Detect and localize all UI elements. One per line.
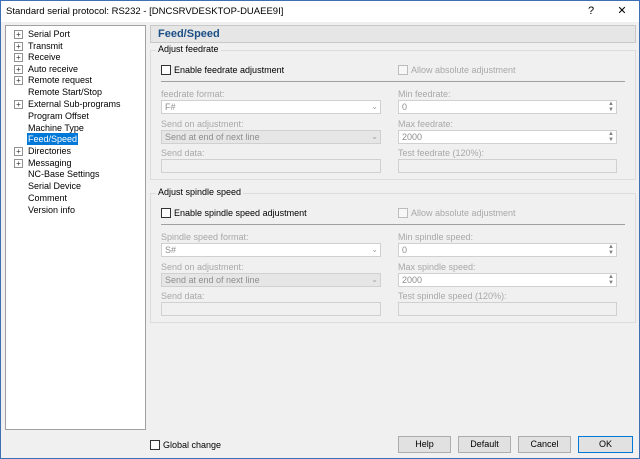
expand-icon[interactable]: + [14,147,23,156]
chevron-down-icon: ⌄ [371,132,378,141]
spindle-format-select[interactable]: S# ⌄ [161,243,381,257]
ok-button[interactable]: OK [578,436,633,453]
test-spindle-label: Test spindle speed (120%): [398,291,507,301]
help-icon[interactable]: ? [577,1,605,22]
feedrate-group: Adjust feedrate Enable feedrate adjustme… [150,44,636,180]
spin-down-icon[interactable]: ▼ [608,280,614,286]
enable-spindle-label: Enable spindle speed adjustment [174,208,307,218]
spin-down-icon[interactable]: ▼ [608,107,614,113]
max-feedrate-spinner[interactable]: 2000 ▲ ▼ [398,130,617,144]
send-data-label: Send data: [161,148,205,158]
min-spindle-value: 0 [402,245,408,255]
send-data-field[interactable] [161,159,381,173]
global-change-label: Global change [163,440,222,450]
max-feedrate-value: 2000 [402,132,423,142]
allow-absolute-spindle-label: Allow absolute adjustment [411,208,516,218]
send-data-field[interactable] [161,302,381,316]
tree-item-label: Serial Device [28,181,82,191]
test-feedrate-label: Test feedrate (120%): [398,148,485,158]
feedrate-group-title: Adjust feedrate [156,44,221,54]
expand-icon[interactable]: + [14,159,23,168]
spinner-arrows-icon[interactable]: ▲ ▼ [607,274,615,286]
help-button[interactable]: Help [398,436,451,453]
tree-item-label: Remote request [28,75,93,85]
tree-item-label: Program Offset [28,111,89,121]
spindle-format-label: Spindle speed format: [161,232,249,242]
feedrate-format-label: feedrate format: [161,89,225,99]
chevron-down-icon: ⌄ [371,245,378,254]
spinner-arrows-icon[interactable]: ▲ ▼ [607,131,615,143]
min-feedrate-spinner[interactable]: 0 ▲ ▼ [398,100,617,114]
spindle-group-title: Adjust spindle speed [156,187,244,197]
close-icon[interactable]: ✕ [608,1,636,22]
max-spindle-value: 2000 [402,275,423,285]
tree-item-label: Feed/Speed [27,133,79,145]
max-feedrate-label: Max feedrate: [398,119,454,129]
feedrate-format-select[interactable]: F# ⌄ [161,100,381,114]
send-on-adjustment-value: Send at end of next line [165,132,260,142]
min-feedrate-label: Min feedrate: [398,89,451,99]
tree-item-label: Directories [28,146,72,156]
send-on-adjustment-label: Send on adjustment: [161,119,244,129]
tree-item-label: Comment [28,193,68,203]
min-spindle-spinner[interactable]: 0 ▲ ▼ [398,243,617,257]
global-change-checkbox[interactable] [150,440,160,450]
allow-absolute-feed-checkbox[interactable] [398,65,408,75]
tree-item-label: External Sub-programs [28,99,121,109]
max-spindle-spinner[interactable]: 2000 ▲ ▼ [398,273,617,287]
tree-item-label: Serial Port [28,29,71,39]
enable-spindle-checkbox[interactable] [161,208,171,218]
spin-down-icon[interactable]: ▼ [608,250,614,256]
feedrate-format-value: F# [165,102,176,112]
separator [161,81,625,82]
expand-icon[interactable]: + [14,42,23,51]
settings-tree[interactable]: + Serial Port + Transmit + Receive + Auto re… [5,25,146,430]
send-on-adjustment-value: Send at end of next line [165,275,260,285]
expand-icon[interactable]: + [14,30,23,39]
send-on-adjustment-select[interactable]: Send at end of next line ⌄ [161,130,381,144]
expand-icon[interactable]: + [14,100,23,109]
expand-icon[interactable]: + [14,76,23,85]
send-data-label: Send data: [161,291,205,301]
spin-down-icon[interactable]: ▼ [608,137,614,143]
enable-feedrate-label: Enable feedrate adjustment [174,65,285,75]
chevron-down-icon: ⌄ [371,275,378,284]
spinner-arrows-icon[interactable]: ▲ ▼ [607,244,615,256]
separator [161,224,625,225]
panel-title: Feed/Speed [158,28,220,40]
test-spindle-field[interactable] [398,302,617,316]
tree-item-label: Version info [28,205,76,215]
send-on-adjustment-label: Send on adjustment: [161,262,244,272]
spindle-group: Adjust spindle speed Enable spindle spee… [150,187,636,323]
expand-icon[interactable]: + [14,53,23,62]
allow-absolute-spindle-checkbox[interactable] [398,208,408,218]
default-button[interactable]: Default [458,436,511,453]
spinner-arrows-icon[interactable]: ▲ ▼ [607,101,615,113]
send-on-adjustment-select[interactable]: Send at end of next line ⌄ [161,273,381,287]
min-spindle-label: Min spindle speed: [398,232,474,242]
test-feedrate-field[interactable] [398,159,617,173]
enable-feedrate-checkbox[interactable] [161,65,171,75]
spindle-format-value: S# [165,245,177,255]
panel-header: Feed/Speed [150,25,636,43]
tree-item-label: NC-Base Settings [28,169,100,179]
allow-absolute-feed-label: Allow absolute adjustment [411,65,516,75]
tree-item-label: Receive [28,52,61,62]
min-feedrate-value: 0 [402,102,408,112]
chevron-down-icon: ⌄ [371,102,378,111]
dialog-window: Standard serial protocol: RS232 - [DNCSR… [0,0,640,459]
cancel-button[interactable]: Cancel [518,436,571,453]
tree-item-label: Remote Start/Stop [28,87,103,97]
window-title: Standard serial protocol: RS232 - [DNCSR… [6,6,284,17]
title-bar: Standard serial protocol: RS232 - [DNCSR… [1,1,639,22]
expand-icon[interactable]: + [14,65,23,74]
max-spindle-label: Max spindle speed: [398,262,476,272]
